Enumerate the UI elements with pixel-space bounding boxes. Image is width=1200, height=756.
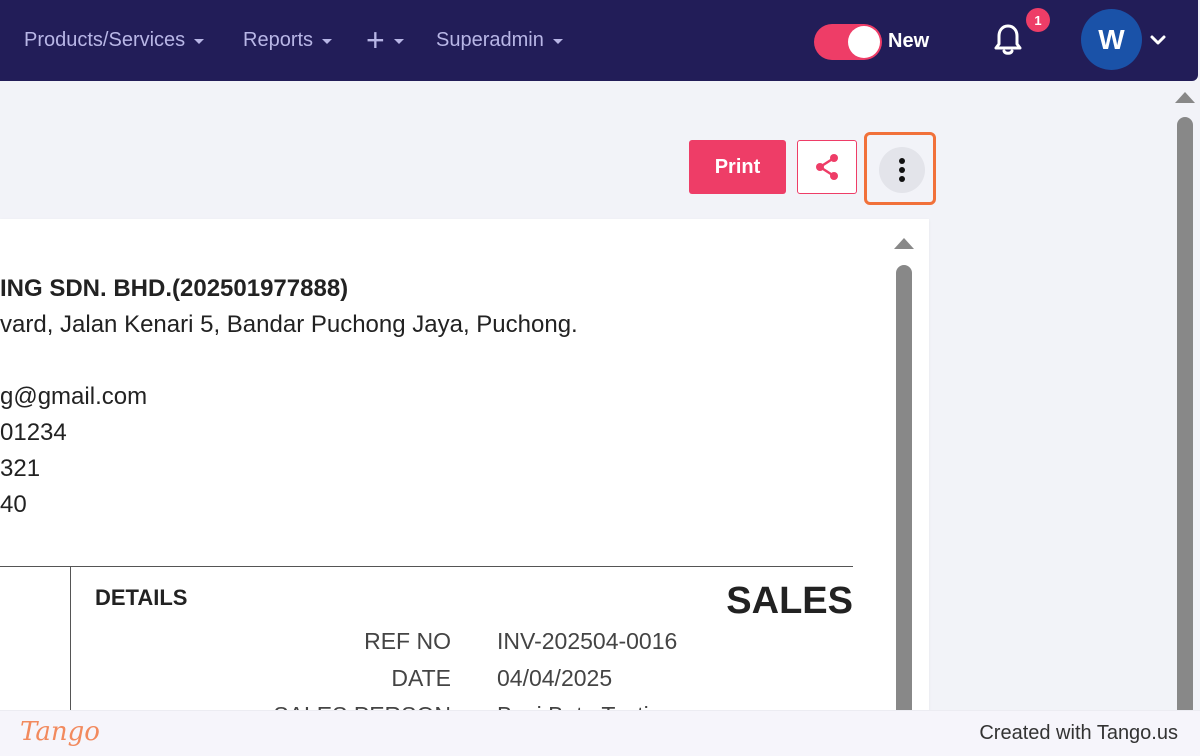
plus-icon: + bbox=[366, 22, 385, 58]
details-heading: DETAILS bbox=[95, 585, 188, 610]
more-options-highlight bbox=[864, 132, 936, 205]
share-button[interactable] bbox=[797, 140, 857, 194]
more-options-button[interactable] bbox=[879, 147, 925, 193]
preview-scroll-up-arrow[interactable] bbox=[894, 238, 914, 249]
print-button[interactable]: Print bbox=[689, 140, 786, 194]
new-ui-toggle[interactable] bbox=[814, 24, 882, 60]
nav-reports-label: Reports bbox=[243, 28, 314, 51]
nav-products-services-label: Products/Services bbox=[24, 28, 186, 51]
invoice-preview: ING SDN. BHD.(202501977888) vard, Jalan … bbox=[0, 219, 929, 710]
caret-down-icon bbox=[393, 38, 404, 44]
bell-icon[interactable] bbox=[992, 22, 1024, 56]
caret-down-icon bbox=[552, 38, 563, 44]
nav-superadmin-label: Superadmin bbox=[436, 28, 544, 51]
nav-superadmin[interactable]: Superadmin bbox=[436, 26, 563, 54]
date-value: 04/04/2025 bbox=[497, 665, 613, 691]
company-email: g@gmail.com bbox=[0, 383, 148, 410]
nav-reports[interactable]: Reports bbox=[243, 26, 333, 54]
tango-footer: Tango Created with Tango.us bbox=[0, 710, 1200, 756]
company-address: vard, Jalan Kenari 5, Bandar Puchong Jay… bbox=[0, 311, 578, 338]
sales-person-value: Bazi Beta Testing bbox=[497, 702, 674, 710]
caret-down-icon bbox=[194, 38, 205, 44]
company-fax: 321 bbox=[0, 455, 41, 482]
nav-products-services[interactable]: Products/Services bbox=[24, 26, 205, 54]
company-other-number: 40 bbox=[0, 491, 27, 518]
top-navbar: Products/Services Reports + Superadmin N… bbox=[0, 0, 1198, 81]
company-name: ING SDN. BHD.(202501977888) bbox=[0, 275, 349, 302]
page-content: Print ING SDN. BHD.(202501977888) vard, … bbox=[0, 81, 1200, 710]
company-phone: 01234 bbox=[0, 419, 67, 446]
page-scroll-up-arrow[interactable] bbox=[1175, 92, 1195, 103]
page-scrollbar[interactable] bbox=[1177, 117, 1193, 710]
chevron-down-icon[interactable] bbox=[1148, 30, 1168, 50]
preview-scrollbar[interactable] bbox=[896, 265, 912, 710]
more-vertical-icon bbox=[899, 158, 905, 182]
toggle-knob bbox=[848, 26, 880, 58]
user-avatar[interactable]: W bbox=[1081, 9, 1142, 70]
tango-logo: Tango bbox=[20, 717, 100, 747]
sales-heading: SALES bbox=[726, 580, 853, 622]
share-icon bbox=[816, 154, 838, 180]
notification-badge: 1 bbox=[1026, 8, 1050, 32]
footer-credit: Created with Tango.us bbox=[979, 722, 1178, 744]
sales-person-label: SALES PERSON bbox=[273, 702, 451, 710]
nav-create-menu[interactable]: + bbox=[366, 22, 404, 58]
ref-no-label: REF NO bbox=[364, 628, 451, 654]
divider bbox=[0, 566, 853, 567]
column-divider bbox=[70, 566, 71, 710]
caret-down-icon bbox=[322, 38, 333, 44]
date-label: DATE bbox=[391, 665, 451, 691]
ref-no-value: INV-202504-0016 bbox=[497, 628, 678, 654]
new-ui-toggle-label: New bbox=[888, 30, 930, 52]
